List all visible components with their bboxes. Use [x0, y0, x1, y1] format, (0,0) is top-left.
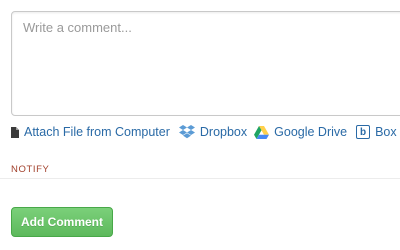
- box-link[interactable]: b Box: [356, 124, 397, 140]
- attach-from-computer-link[interactable]: Attach File from Computer: [11, 124, 170, 140]
- box-label: Box: [375, 125, 397, 139]
- notify-label: NOTIFY: [11, 164, 50, 175]
- attach-from-computer-label: Attach File from Computer: [24, 125, 170, 139]
- dropbox-link[interactable]: Dropbox: [178, 124, 248, 140]
- dropbox-icon: [178, 125, 195, 139]
- google-drive-icon: [254, 125, 270, 139]
- attachment-options: Attach File from Computer Dropbox Google…: [11, 124, 397, 140]
- google-drive-label: Google Drive: [274, 125, 348, 139]
- add-comment-button[interactable]: Add Comment: [11, 207, 113, 237]
- comment-input[interactable]: [11, 11, 400, 116]
- box-icon: b: [356, 125, 371, 139]
- divider: [0, 178, 400, 179]
- dropbox-label: Dropbox: [199, 125, 248, 139]
- file-icon: [11, 126, 19, 138]
- google-drive-link[interactable]: Google Drive: [254, 124, 347, 140]
